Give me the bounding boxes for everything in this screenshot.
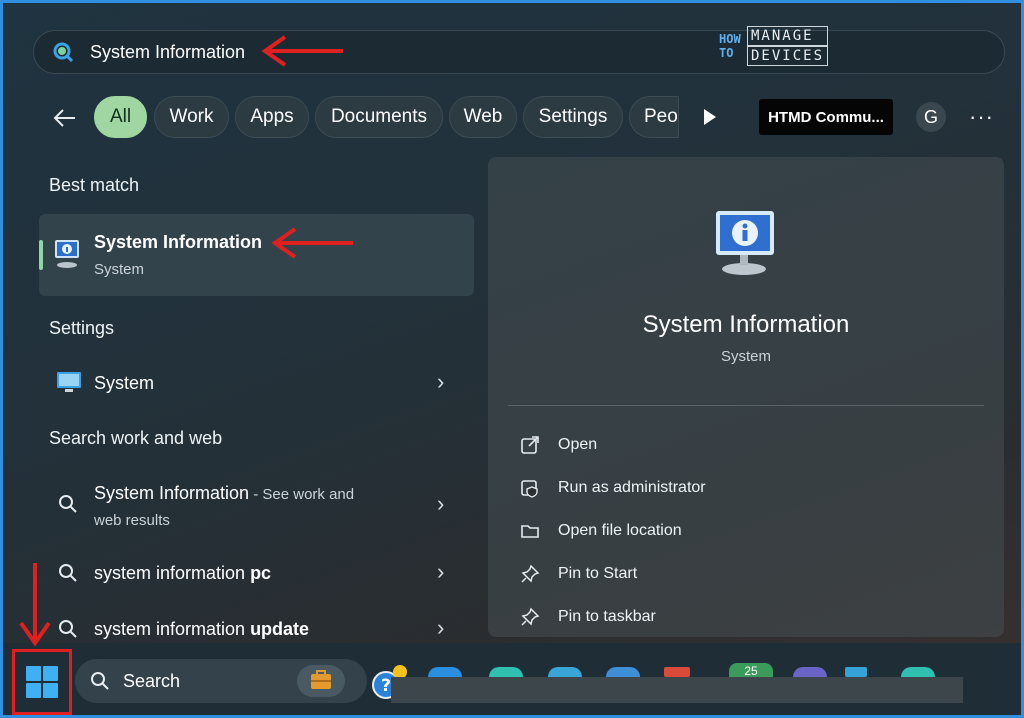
search-web-heading: Search work and web (49, 428, 223, 448)
chip-web[interactable]: Web (449, 96, 517, 138)
best-match-subtitle: System (94, 261, 145, 278)
taskbar-app-icon[interactable] (548, 667, 582, 677)
settings-item-system[interactable]: System › (39, 367, 474, 399)
folder-icon (521, 525, 539, 538)
scroll-right-icon[interactable] (703, 108, 717, 126)
action-label: Pin to taskbar (558, 608, 656, 625)
action-label: Open file location (558, 522, 682, 539)
action-open[interactable]: Open (520, 430, 597, 460)
action-label: Open (558, 436, 598, 453)
system-information-large-icon (716, 211, 774, 275)
selection-indicator (39, 240, 43, 270)
taskbar-app-icon[interactable] (901, 667, 935, 677)
taskbar-app-icon[interactable] (489, 667, 523, 677)
action-label: Run as administrator (558, 479, 706, 496)
logo-to: TO (719, 46, 734, 60)
screenshot-frame: HOW TO MANAGE DEVICES All Work Apps Docu… (0, 0, 1024, 718)
action-run-as-administrator[interactable]: Run as administrator (520, 473, 706, 503)
logo-how: HOW (719, 32, 741, 46)
web-result-suffix: - See work and (249, 486, 355, 503)
search-icon (53, 42, 74, 63)
web-result-text: system information (94, 563, 251, 583)
action-pin-to-start[interactable]: Pin to Start (520, 559, 637, 589)
action-label: Pin to Start (558, 565, 638, 582)
logo-manage-devices: MANAGE DEVICES (747, 26, 829, 66)
logo-howto: HOW TO (719, 32, 747, 60)
web-result-bold: update (250, 619, 310, 639)
web-result-2[interactable]: system information pc › (39, 558, 474, 590)
redacted-taskbar-area (391, 677, 963, 703)
best-match-title: System Information (94, 232, 263, 252)
detail-pane: System Information System Open Run as ad… (488, 157, 1004, 637)
chevron-right-icon: › (437, 615, 445, 640)
search-icon (59, 564, 77, 582)
web-result-bold: pc (250, 563, 272, 583)
system-information-icon (55, 240, 79, 268)
web-result-second-line: web results (94, 512, 170, 529)
web-result-3[interactable]: system information update › (39, 614, 474, 642)
svg-text:?: ? (381, 676, 391, 696)
detail-title: System Information (642, 311, 850, 338)
chevron-right-icon: › (437, 491, 445, 516)
shield-admin-icon (521, 480, 538, 498)
settings-heading: Settings (49, 318, 115, 338)
chip-work[interactable]: Work (154, 96, 229, 138)
best-match-result[interactable]: System Information System (39, 214, 474, 296)
annotation-arrow-search (261, 35, 343, 67)
pin-icon (521, 607, 540, 626)
taskbar-app-icon[interactable] (606, 667, 640, 677)
chip-settings[interactable]: Settings (523, 96, 623, 138)
web-result-title: System Information (94, 483, 250, 503)
logo-manage: MANAGE (747, 26, 829, 46)
taskbar-search-box[interactable]: Search (75, 659, 367, 703)
annotation-arrow-start (19, 563, 51, 647)
account-chip[interactable]: HTMD Commu... (759, 99, 893, 135)
chip-all[interactable]: All (94, 96, 147, 138)
logo-devices: DEVICES (747, 46, 829, 66)
search-icon (59, 495, 77, 513)
taskbar-app-icon[interactable] (664, 667, 690, 677)
chevron-right-icon: › (437, 369, 445, 394)
avatar[interactable]: G (916, 102, 946, 132)
pin-icon (521, 564, 540, 583)
chip-people[interactable]: Peo (629, 96, 679, 138)
chip-apps[interactable]: Apps (235, 96, 309, 138)
action-pin-to-taskbar[interactable]: Pin to taskbar (520, 602, 656, 632)
web-result-label: system information update (94, 619, 309, 640)
search-icon (59, 620, 77, 638)
web-result-label: system information pc (94, 563, 271, 584)
more-options-icon[interactable]: ··· (969, 104, 994, 130)
detail-divider (508, 405, 984, 406)
search-bar[interactable] (33, 30, 1005, 74)
settings-item-label: System (94, 373, 155, 393)
web-result-label: System Information - See work and (94, 483, 354, 504)
open-external-icon (521, 436, 539, 454)
back-arrow-icon[interactable] (51, 104, 79, 132)
taskbar-app-icon[interactable] (845, 667, 867, 677)
best-match-heading: Best match (49, 175, 140, 195)
detail-subtitle: System (720, 348, 771, 365)
chip-documents[interactable]: Documents (315, 96, 443, 138)
annotation-arrow-best-match (271, 227, 353, 259)
taskbar-app-icon[interactable] (793, 667, 827, 677)
briefcase-icon (297, 665, 345, 697)
taskbar-app-icon[interactable] (428, 667, 462, 677)
action-open-file-location[interactable]: Open file location (520, 516, 682, 546)
howto-manage-devices-logo: HOW TO MANAGE DEVICES (719, 26, 829, 66)
search-icon (91, 672, 109, 690)
web-result-text: system information (94, 619, 251, 639)
monitor-icon (57, 372, 81, 392)
web-result-1[interactable]: System Information - See work and web re… (39, 481, 474, 533)
chevron-right-icon: › (437, 559, 445, 584)
filter-bar: All Work Apps Documents Web Settings Peo… (43, 96, 1003, 140)
taskbar-search-label: Search (123, 670, 181, 691)
windows-start-icon[interactable] (25, 665, 59, 699)
